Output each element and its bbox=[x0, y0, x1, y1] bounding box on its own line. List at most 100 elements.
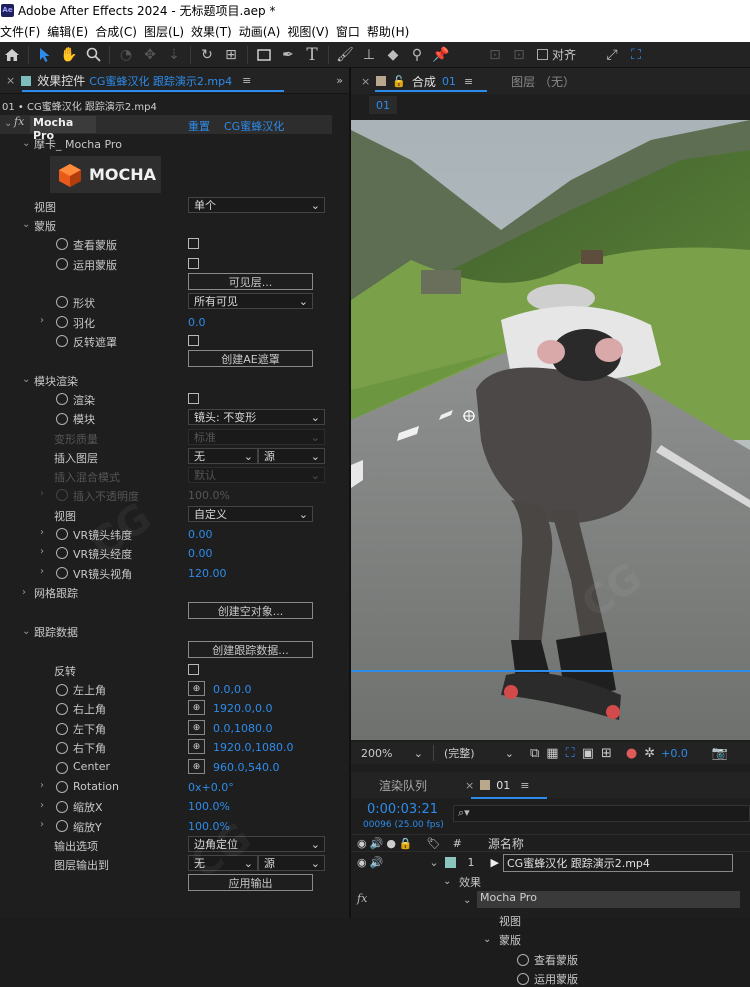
pen-tool-icon[interactable]: ✒ bbox=[276, 43, 300, 67]
layer-label-color[interactable] bbox=[444, 857, 456, 868]
menu-effect[interactable]: 效果(T) bbox=[191, 23, 232, 40]
vr-lon-value[interactable]: 0.00 bbox=[188, 547, 213, 560]
exposure-value[interactable]: +0.0 bbox=[661, 747, 688, 760]
stopwatch-icon[interactable] bbox=[56, 703, 68, 715]
menu-file[interactable]: 文件(F) bbox=[0, 23, 40, 40]
close-icon[interactable]: × bbox=[361, 75, 370, 88]
orbit-camera-icon[interactable]: ◔ bbox=[114, 43, 138, 67]
timeline-layer-row[interactable]: ◉ 🔊 ⌄ 1 ▶ CG蜜蜂汉化 跟踪演示2.mp4 bbox=[351, 853, 750, 872]
twirl-open-icon[interactable]: ⌄ bbox=[443, 876, 451, 887]
create-tracking-data-button[interactable]: 创建跟踪数据... bbox=[188, 641, 313, 658]
menu-animation[interactable]: 动画(A) bbox=[239, 23, 281, 40]
zoom-tool-icon[interactable] bbox=[81, 43, 105, 67]
insert-layer-source-dropdown[interactable]: 源 ⌄ bbox=[258, 448, 325, 464]
crosshair-icon[interactable]: ⊕ bbox=[188, 681, 205, 696]
puppet-tool-icon[interactable]: 📌 bbox=[429, 43, 453, 67]
twirl-closed-icon[interactable]: › bbox=[40, 566, 44, 577]
mask-visibility-icon[interactable]: ⛶ bbox=[566, 746, 575, 761]
feather-value[interactable]: 0.0 bbox=[188, 316, 206, 329]
stopwatch-icon[interactable] bbox=[517, 954, 529, 966]
render-queue-tab[interactable]: 渲染队列 bbox=[379, 777, 427, 794]
stopwatch-icon[interactable] bbox=[56, 781, 68, 793]
type-tool-icon[interactable]: T bbox=[300, 43, 324, 67]
panel-menu-icon[interactable]: ≡ bbox=[520, 779, 529, 792]
snapping-options-icon[interactable]: ⛶ bbox=[624, 43, 648, 67]
composition-tab-label[interactable]: 合成 bbox=[412, 73, 436, 90]
stopwatch-icon[interactable] bbox=[56, 723, 68, 735]
stopwatch-icon[interactable] bbox=[56, 528, 68, 540]
top-right-value[interactable]: 1920.0,0.0 bbox=[213, 702, 272, 715]
panel-menu-icon[interactable]: ≡ bbox=[464, 75, 473, 88]
twirl-closed-icon[interactable]: › bbox=[40, 819, 44, 830]
view-dropdown[interactable]: 单个 ⌄ bbox=[188, 197, 325, 213]
twirl-closed-icon[interactable]: › bbox=[40, 527, 44, 538]
output-option-dropdown[interactable]: 边角定位 ⌄ bbox=[188, 836, 325, 852]
rotate-tool-icon[interactable]: ↻ bbox=[195, 43, 219, 67]
brand-link[interactable]: CG蜜蜂汉化 bbox=[224, 118, 284, 134]
vr-fov-value[interactable]: 120.00 bbox=[188, 567, 227, 580]
color-channels-icon[interactable]: ● bbox=[626, 746, 637, 761]
stopwatch-icon[interactable] bbox=[56, 258, 68, 270]
close-icon[interactable]: × bbox=[6, 74, 15, 87]
stopwatch-icon[interactable] bbox=[56, 413, 68, 425]
transparency-grid-icon[interactable]: ▦ bbox=[546, 746, 558, 761]
camera-icon[interactable]: 📷 bbox=[712, 746, 728, 761]
pan-camera-icon[interactable]: ✥ bbox=[138, 43, 162, 67]
timeline-comp-tab[interactable]: 01 bbox=[496, 779, 510, 792]
stopwatch-icon[interactable] bbox=[56, 335, 68, 347]
vr-lat-value[interactable]: 0.00 bbox=[188, 528, 213, 541]
twirl-closed-icon[interactable]: › bbox=[40, 546, 44, 557]
create-ae-mask-button[interactable]: 创建AE遮罩 bbox=[188, 350, 313, 367]
expand-panels-icon[interactable]: » bbox=[336, 74, 343, 87]
rectangle-tool-icon[interactable] bbox=[252, 43, 276, 67]
twirl-open-icon[interactable]: ⌄ bbox=[483, 934, 491, 945]
lock-icon[interactable]: 🔒 bbox=[399, 837, 413, 850]
region-of-interest-icon[interactable]: ▣ bbox=[582, 746, 594, 761]
apply-output-button[interactable]: 应用输出 bbox=[188, 874, 313, 891]
panel-menu-icon[interactable]: ≡ bbox=[242, 74, 251, 87]
crosshair-icon[interactable]: ⊕ bbox=[188, 720, 205, 735]
zoom-dropdown[interactable]: 200% ⌄ bbox=[357, 744, 427, 762]
visible-layers-button[interactable]: 可见层... bbox=[188, 273, 313, 290]
clone-stamp-tool-icon[interactable]: ⊥ bbox=[357, 43, 381, 67]
stopwatch-icon[interactable] bbox=[56, 801, 68, 813]
center-value[interactable]: 960.0,540.0 bbox=[213, 761, 279, 774]
module-dropdown[interactable]: 镜头: 不变形 ⌄ bbox=[188, 409, 325, 425]
layer-tab[interactable]: 图层 （无） bbox=[511, 73, 575, 90]
layer-name[interactable]: CG蜜蜂汉化 跟踪演示2.mp4 bbox=[503, 853, 733, 872]
menu-layer[interactable]: 图层(L) bbox=[144, 23, 184, 40]
twirl-open-icon[interactable]: ⌄ bbox=[463, 895, 471, 906]
twirl-open-icon[interactable]: ⌄ bbox=[22, 626, 30, 637]
stopwatch-icon[interactable] bbox=[56, 393, 68, 405]
render-checkbox[interactable] bbox=[188, 393, 199, 404]
video-eye-icon[interactable]: ◉ bbox=[357, 856, 367, 869]
apply-matte-checkbox[interactable] bbox=[188, 258, 199, 269]
crosshair-icon[interactable]: ⊕ bbox=[188, 759, 205, 774]
twirl-closed-icon[interactable]: › bbox=[40, 488, 44, 499]
timeline-effect-row[interactable]: Mocha Pro bbox=[477, 891, 740, 908]
fx-toggle-icon[interactable]: fx bbox=[357, 892, 367, 905]
tracking-invert-checkbox[interactable] bbox=[188, 664, 199, 675]
stopwatch-icon[interactable] bbox=[56, 567, 68, 579]
composition-viewer[interactable] bbox=[351, 120, 750, 740]
reset-link[interactable]: 重置 bbox=[188, 118, 210, 134]
snapping-toggle[interactable]: 对齐 bbox=[537, 46, 576, 63]
brush-tool-icon[interactable]: 🖌 bbox=[333, 43, 357, 67]
twirl-open-icon[interactable]: ⌄ bbox=[429, 856, 438, 869]
world-axis-icon[interactable]: ⊡ bbox=[507, 43, 531, 67]
render-view-dropdown[interactable]: 自定义 ⌄ bbox=[188, 506, 313, 522]
current-timecode[interactable]: 0:00:03:21 bbox=[367, 802, 438, 817]
stopwatch-icon[interactable] bbox=[56, 296, 68, 308]
audio-icon[interactable]: 🔊 bbox=[370, 837, 384, 850]
stopwatch-icon[interactable] bbox=[56, 742, 68, 754]
menu-composition[interactable]: 合成(C) bbox=[95, 23, 137, 40]
twirl-open-icon[interactable]: ⌄ bbox=[4, 118, 12, 129]
stopwatch-icon[interactable] bbox=[56, 547, 68, 559]
twirl-closed-icon[interactable]: › bbox=[22, 587, 26, 598]
menu-edit[interactable]: 编辑(E) bbox=[47, 23, 88, 40]
roto-brush-tool-icon[interactable]: ⚲ bbox=[405, 43, 429, 67]
lock-icon[interactable]: 🔓 bbox=[392, 75, 406, 88]
stopwatch-icon[interactable] bbox=[56, 238, 68, 250]
source-name-header[interactable]: 源名称 bbox=[488, 835, 524, 852]
dolly-camera-icon[interactable]: ⇣ bbox=[162, 43, 186, 67]
